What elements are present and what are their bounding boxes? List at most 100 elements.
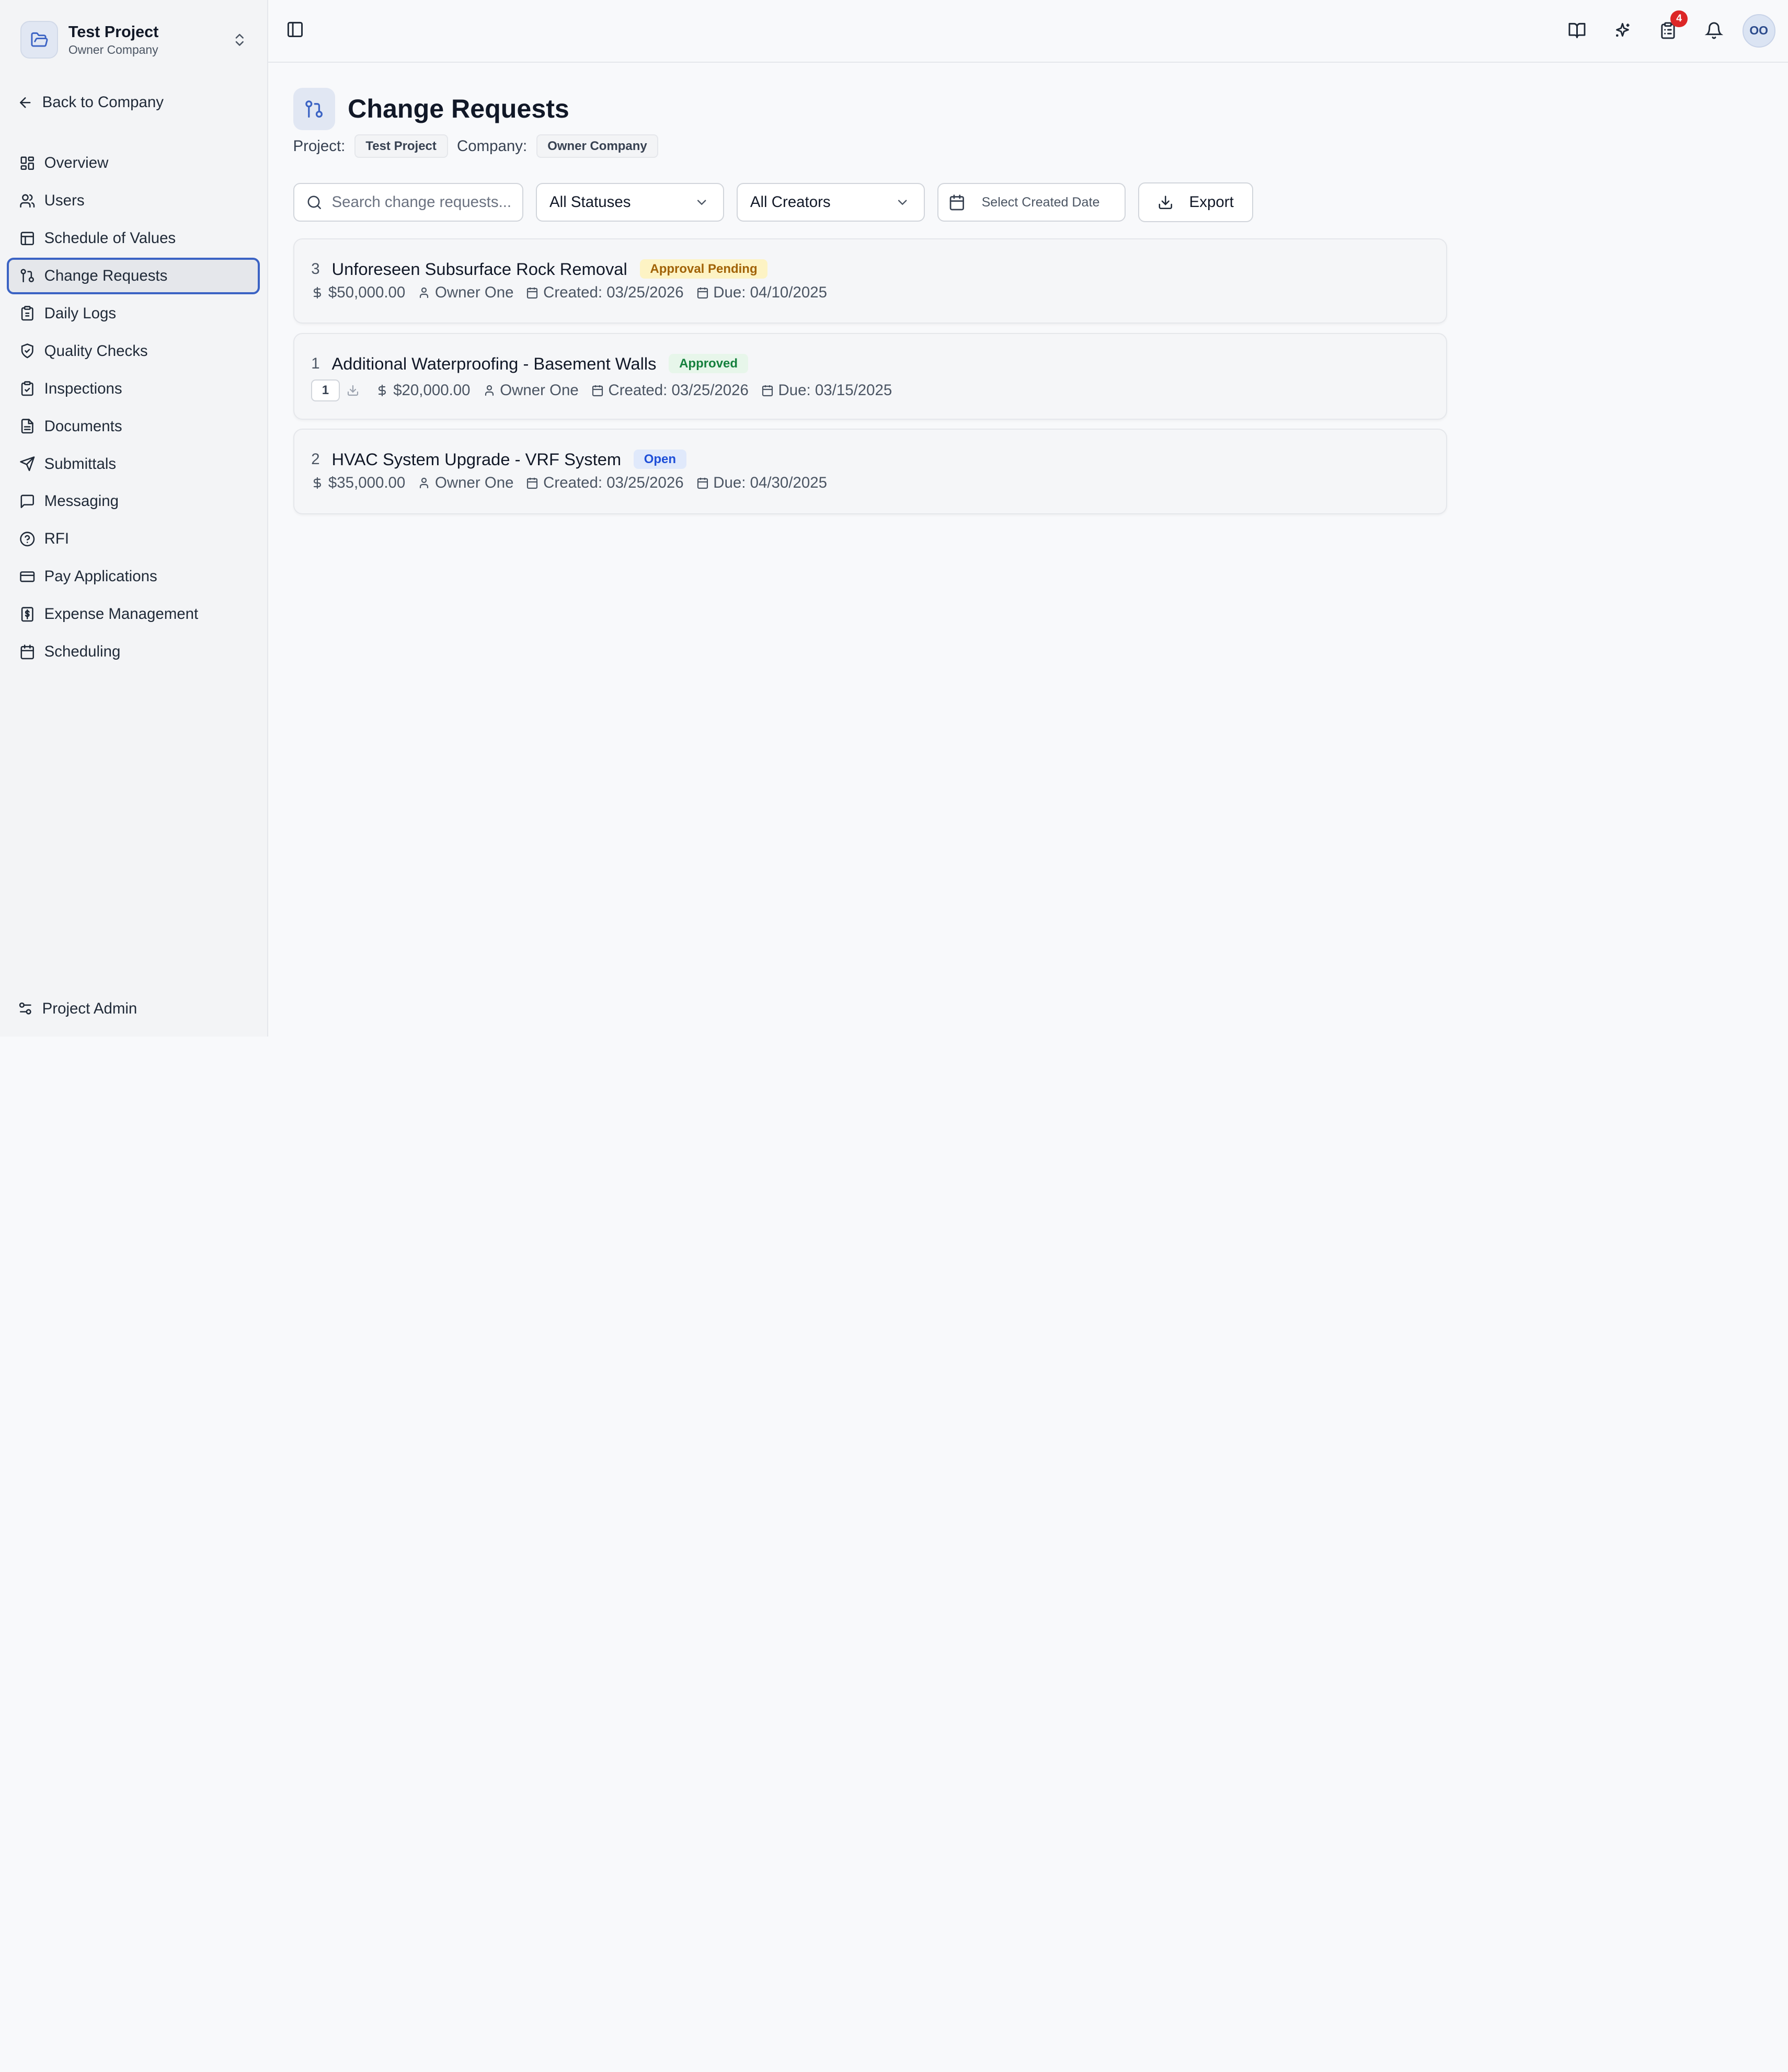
amount-text: $35,000.00 (328, 474, 406, 492)
tasks-badge: 4 (1670, 10, 1688, 28)
project-chip: Test Project (354, 134, 448, 158)
user-icon (485, 385, 494, 396)
sidebar-item-rfi[interactable]: RFI (7, 521, 260, 558)
change-request-card[interactable]: 3 Unforeseen Subsurface Rock Removal App… (293, 238, 1447, 324)
project-admin-link[interactable]: Project Admin (17, 1000, 137, 1018)
user-icon (420, 287, 429, 298)
created-text: Created: 03/25/2026 (543, 474, 684, 492)
sidebar-item-label: Change Requests (44, 267, 168, 284)
change-request-card[interactable]: 2 HVAC System Upgrade - VRF System Open … (293, 429, 1447, 514)
sidebar-item-messaging[interactable]: Messaging (7, 484, 260, 520)
request-due: Due: 04/30/2025 (696, 474, 827, 492)
download-attachment-button[interactable] (347, 384, 364, 397)
folder-open-icon (20, 21, 59, 59)
calendar-icon (592, 385, 603, 396)
calendar-icon (527, 287, 538, 298)
calendar-icon (762, 385, 773, 396)
back-label: Back to Company (42, 93, 164, 111)
request-number: 1 (311, 354, 320, 372)
topbar-actions: 4 OO (1554, 10, 1775, 48)
search-input[interactable] (331, 193, 514, 212)
avatar[interactable]: OO (1742, 14, 1775, 48)
due-text: Due: 04/10/2025 (713, 283, 827, 301)
company-label: Company: (456, 137, 528, 155)
dollar-icon (314, 286, 322, 298)
sidebar-item-label: Messaging (44, 492, 119, 510)
chevron-down-icon (898, 200, 907, 205)
request-due: Due: 03/15/2025 (761, 382, 892, 399)
attachment-count[interactable]: 1 (311, 379, 340, 401)
page-header: Change Requests Project: Test Project Co… (293, 87, 668, 158)
sidebar-item-change-requests[interactable]: Change Requests (7, 257, 260, 294)
credit-card-icon (19, 571, 35, 582)
chevron-down-icon (697, 200, 706, 205)
project-switcher[interactable]: Test Project Owner Company (20, 19, 248, 61)
created-date-picker[interactable]: Select Created Date (937, 183, 1126, 222)
sidebar-item-quality-checks[interactable]: Quality Checks (7, 333, 260, 370)
request-title: Unforeseen Subsurface Rock Removal (331, 259, 627, 279)
request-title: Additional Waterproofing - Basement Wall… (331, 353, 657, 373)
docs-button[interactable] (1554, 14, 1600, 48)
status-badge: Approval Pending (639, 259, 768, 279)
notifications-button[interactable] (1691, 14, 1736, 48)
due-text: Due: 03/15/2025 (778, 381, 892, 399)
sidebar-item-pay-applications[interactable]: Pay Applications (7, 558, 260, 595)
sparkles-icon (1616, 23, 1630, 37)
sidebar-item-label: Schedule of Values (44, 229, 176, 247)
help-circle-icon (19, 532, 35, 547)
user-icon (420, 477, 429, 489)
creator-text: Owner One (434, 283, 514, 301)
sidebar-item-expense-management[interactable]: Expense Management (7, 596, 260, 632)
calendar-icon (20, 644, 34, 660)
back-to-company-link[interactable]: Back to Company (17, 94, 164, 111)
sidebar-item-label: Submittals (44, 455, 117, 473)
export-button[interactable]: Export (1138, 182, 1253, 223)
date-placeholder: Select Created Date (981, 194, 1100, 210)
creator-filter-select[interactable]: All Creators (736, 183, 925, 222)
layout-grid-icon (20, 156, 34, 170)
sidebar-item-daily-logs[interactable]: Daily Logs (7, 295, 260, 332)
due-text: Due: 04/30/2025 (713, 474, 827, 492)
sidebar-item-label: Daily Logs (44, 304, 117, 322)
change-request-card[interactable]: 1 Additional Waterproofing - Basement Wa… (293, 332, 1447, 420)
sidebar: Test Project Owner Company Back to Compa… (0, 0, 268, 1037)
status-badge: Approved (669, 354, 748, 373)
arrow-left-icon (19, 97, 31, 108)
request-creator: Owner One (418, 474, 513, 492)
amount-text: $20,000.00 (393, 381, 471, 399)
calendar-icon (527, 478, 538, 489)
tasks-button[interactable]: 4 (1645, 10, 1691, 48)
request-due: Due: 04/10/2025 (696, 284, 827, 302)
send-icon (19, 456, 35, 471)
request-created: Created: 03/25/2026 (591, 382, 749, 399)
calendar-icon (697, 287, 708, 298)
sidebar-toggle-button[interactable] (286, 20, 304, 43)
ai-assistant-button[interactable] (1600, 14, 1645, 48)
sidebar-item-documents[interactable]: Documents (7, 408, 260, 445)
status-filter-select[interactable]: All Statuses (536, 183, 724, 222)
sidebar-item-inspections[interactable]: Inspections (7, 371, 260, 407)
message-icon (20, 494, 34, 509)
request-amount: $50,000.00 (311, 284, 405, 302)
download-icon (347, 385, 358, 396)
created-text: Created: 03/25/2026 (608, 381, 749, 399)
sidebar-item-scheduling[interactable]: Scheduling (7, 634, 260, 670)
sidebar-item-overview[interactable]: Overview (7, 145, 260, 181)
file-icon (21, 419, 33, 434)
sidebar-item-submittals[interactable]: Submittals (7, 446, 260, 482)
status-badge: Open (634, 450, 686, 469)
request-number: 2 (311, 450, 320, 468)
sidebar-item-label: Inspections (44, 379, 122, 397)
clipboard-icon (21, 306, 33, 321)
creator-text: Owner One (434, 474, 514, 492)
calendar-icon (697, 478, 708, 489)
sidebar-item-label: Users (44, 191, 85, 209)
request-amount: $35,000.00 (311, 474, 405, 492)
sidebar-item-schedule-of-values[interactable]: Schedule of Values (7, 220, 260, 257)
panel-left-icon (288, 22, 303, 38)
receipt-icon (21, 607, 33, 622)
shield-check-icon (21, 343, 33, 359)
search-icon (308, 195, 322, 209)
sidebar-item-label: Expense Management (44, 605, 199, 623)
sidebar-item-users[interactable]: Users (7, 182, 260, 219)
